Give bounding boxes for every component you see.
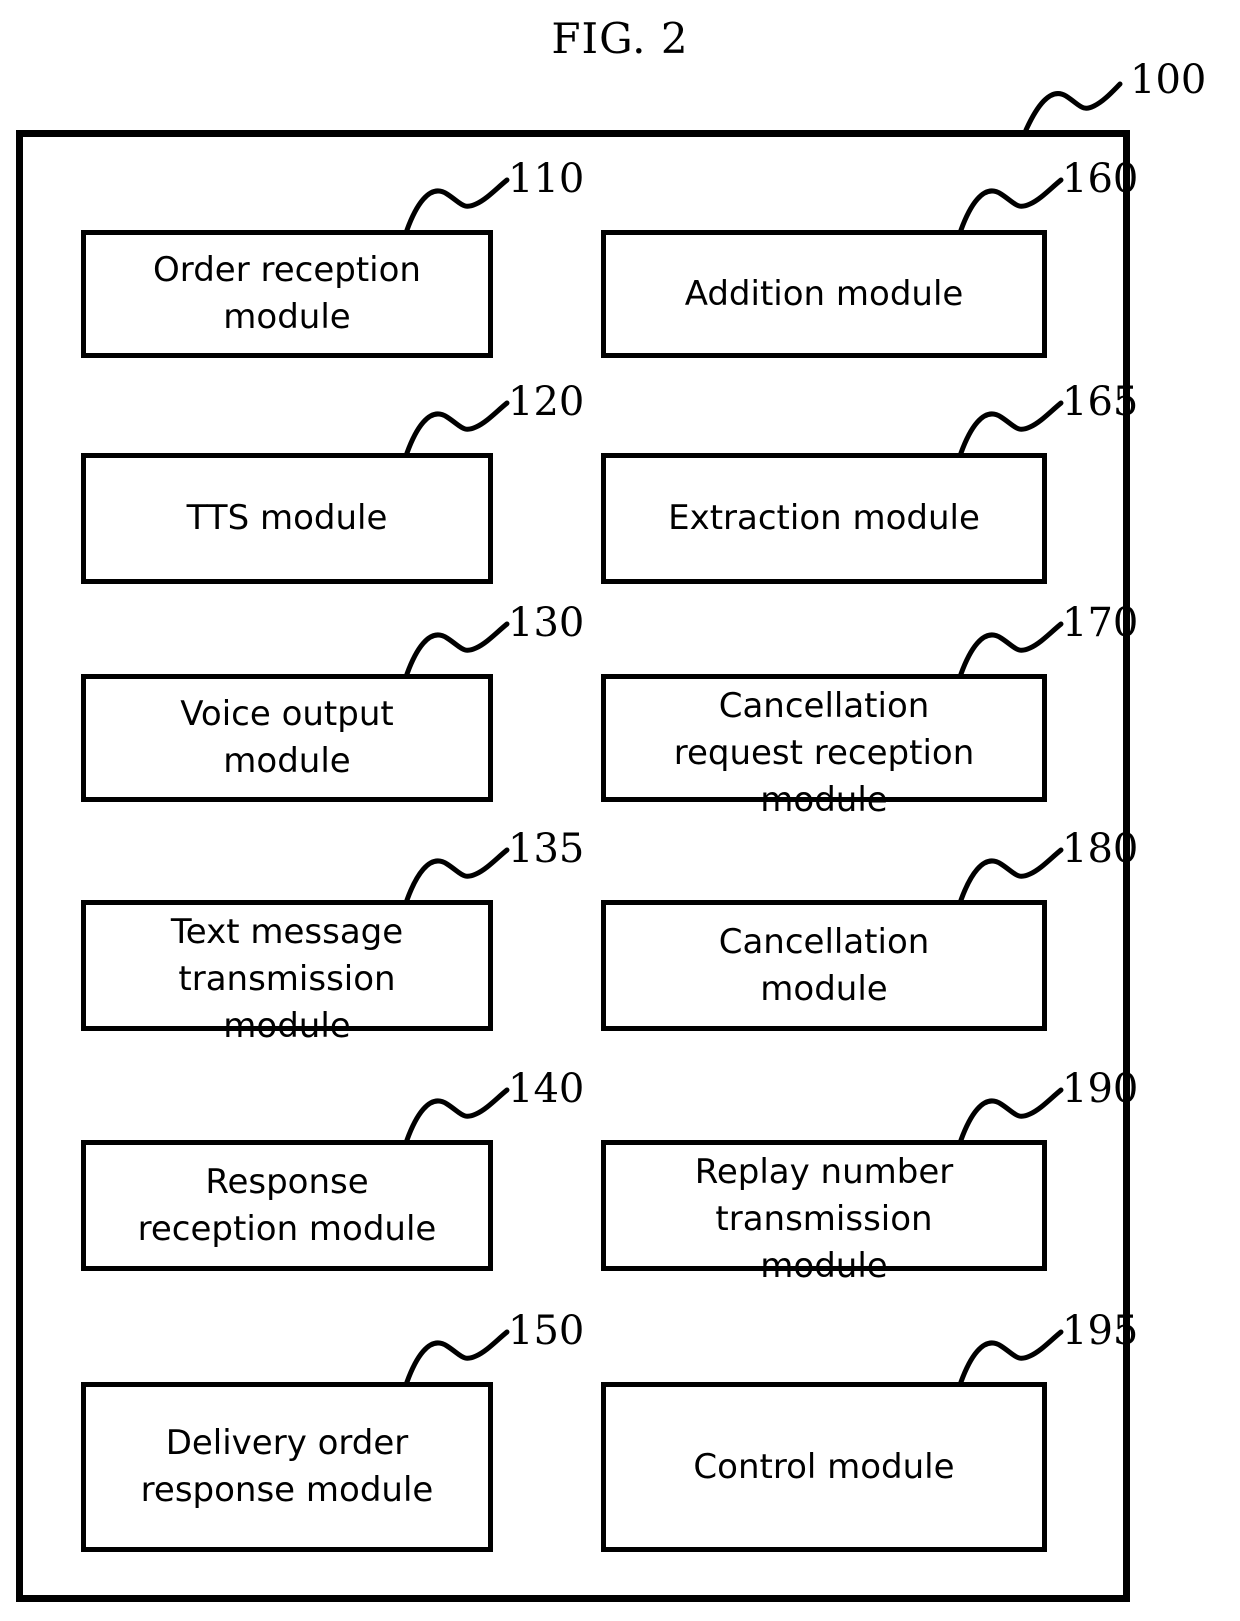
module-label-170: Cancellation request reception module — [673, 686, 975, 820]
module-box-190: Replay number transmission module — [601, 1140, 1047, 1286]
module-label-180: Cancellation module — [718, 921, 930, 1009]
module-label-195: Control module — [693, 1446, 955, 1487]
module-box-130: Voice output module — [81, 674, 493, 802]
reference-numeral-160: 160 — [1062, 156, 1139, 202]
module-label-120: TTS module — [186, 498, 388, 538]
reference-numeral-110: 110 — [508, 156, 585, 202]
reference-numeral-190: 190 — [1062, 1066, 1139, 1112]
module-box-170: Cancellation request reception module — [601, 674, 1047, 820]
leader-line-system — [1020, 78, 1130, 133]
reference-numeral-140: 140 — [508, 1066, 585, 1112]
figure-title: FIG. 2 — [551, 14, 689, 63]
module-box-140: Response reception module — [81, 1140, 493, 1271]
module-box-180: Cancellation module — [601, 900, 1047, 1031]
module-box-195: Control module — [601, 1382, 1047, 1552]
module-label-110: Order reception module — [153, 250, 421, 337]
reference-numeral-135: 135 — [508, 826, 585, 872]
reference-numeral-130: 130 — [508, 600, 585, 646]
reference-numeral-165: 165 — [1062, 379, 1139, 425]
module-box-160: Addition module — [601, 230, 1047, 358]
module-label-160: Addition module — [684, 273, 964, 314]
module-box-165: Extraction module — [601, 453, 1047, 584]
module-label-190: Replay number transmission module — [694, 1152, 954, 1286]
reference-numeral-195: 195 — [1062, 1308, 1139, 1354]
module-label-140: Response reception module — [137, 1161, 437, 1249]
reference-numeral-180: 180 — [1062, 826, 1139, 872]
module-label-135: Text message transmission module — [170, 912, 404, 1046]
module-box-110: Order reception module — [81, 230, 493, 358]
module-label-150: Delivery order response module — [140, 1423, 434, 1510]
module-label-130: Voice output module — [180, 694, 394, 781]
reference-numeral-170: 170 — [1062, 600, 1139, 646]
module-box-150: Delivery order response module — [81, 1382, 493, 1552]
module-box-120: TTS module — [81, 453, 493, 584]
reference-numeral-system: 100 — [1130, 57, 1207, 103]
module-box-135: Text message transmission module — [81, 900, 493, 1046]
reference-numeral-150: 150 — [508, 1308, 585, 1354]
module-label-165: Extraction module — [668, 498, 980, 538]
reference-numeral-120: 120 — [508, 379, 585, 425]
